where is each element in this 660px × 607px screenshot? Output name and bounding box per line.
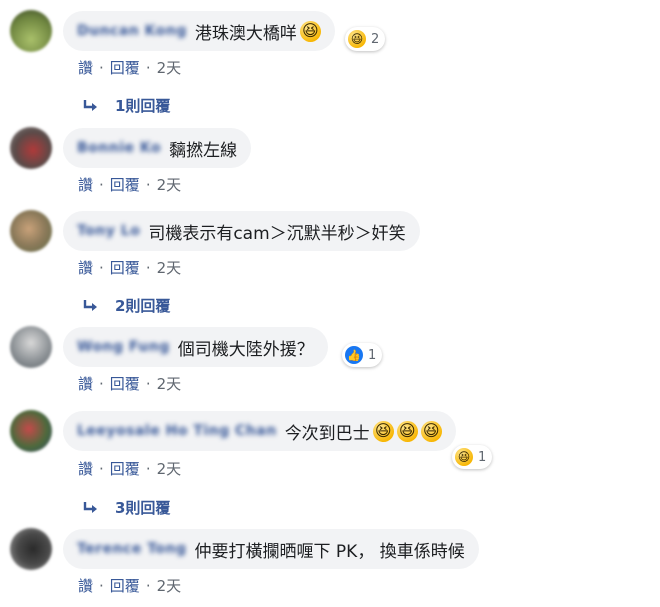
separator-dot: · xyxy=(99,259,104,277)
comment-bubble: Terence Tong 仲要打橫攔晒喱下 PK， 換車係時候 xyxy=(63,529,479,569)
comment-text: 仲要打橫攔晒喱下 PK， 換車係時候 xyxy=(194,541,465,562)
comment-author[interactable]: Duncan Kong xyxy=(77,23,187,39)
comment-text: 司機表示有cam＞沉默半秒＞奸笑 xyxy=(148,223,406,244)
view-replies-link[interactable]: 3則回覆 xyxy=(83,497,170,518)
replies-count-label: 2則回覆 xyxy=(115,297,171,315)
comment-bubble: Leeyosale Ho Ting Chan 今次到巴士 😆 😆 😆 xyxy=(63,411,456,451)
separator-dot: · xyxy=(99,577,104,595)
timestamp[interactable]: 2天 xyxy=(157,259,182,277)
comment-actions: 讚 · 回覆 · 2天 xyxy=(78,174,181,195)
timestamp[interactable]: 2天 xyxy=(157,375,182,393)
comment-text: 今次到巴士 xyxy=(284,423,370,444)
reply-link[interactable]: 回覆 xyxy=(110,375,140,393)
reply-link[interactable]: 回覆 xyxy=(110,460,140,478)
comment-actions: 讚 · 回覆 · 2天 xyxy=(78,57,181,78)
comment-author[interactable]: Terence Tong xyxy=(77,541,187,557)
reaction-count: 1 xyxy=(478,449,487,465)
reaction-summary[interactable]: 😆 1 xyxy=(452,445,493,469)
separator-dot: · xyxy=(145,460,151,478)
avatar[interactable] xyxy=(10,410,52,452)
comment-bubble: Bonnie Ko 黐撚左線 xyxy=(63,128,252,168)
laughing-emoji-icon: 😆 xyxy=(420,420,442,442)
like-link[interactable]: 讚 xyxy=(78,176,93,194)
reply-arrow-icon xyxy=(83,299,97,311)
reply-arrow-icon xyxy=(83,501,97,513)
avatar[interactable] xyxy=(10,326,52,368)
separator-dot: · xyxy=(145,176,151,194)
timestamp[interactable]: 2天 xyxy=(157,176,182,194)
comment-author[interactable]: Bonnie Ko xyxy=(77,140,161,156)
like-link[interactable]: 讚 xyxy=(78,59,93,77)
comment-author[interactable]: Tony Lo xyxy=(77,223,140,239)
timestamp[interactable]: 2天 xyxy=(157,577,182,595)
reply-link[interactable]: 回覆 xyxy=(110,59,140,77)
reaction-summary[interactable]: 😆 2 xyxy=(345,27,386,51)
comment-actions: 讚 · 回覆 · 2天 xyxy=(78,373,181,394)
separator-dot: · xyxy=(145,375,151,393)
comment-actions: 讚 · 回覆 · 2天 xyxy=(78,257,181,278)
comment-text: 港珠澳大橋咩 xyxy=(194,23,297,44)
comment-text: 黐撚左線 xyxy=(169,140,238,161)
comment-actions: 讚 · 回覆 · 2天 xyxy=(78,575,181,596)
view-replies-link[interactable]: 2則回覆 xyxy=(83,295,170,316)
reaction-count: 1 xyxy=(368,347,377,363)
haha-reaction-icon: 😆 xyxy=(348,30,366,48)
laughing-emoji-icon: 😆 xyxy=(396,420,418,442)
separator-dot: · xyxy=(145,259,151,277)
comment-bubble: Wong Fung 個司機大陸外援？ xyxy=(63,327,328,367)
comment-text: 個司機大陸外援？ xyxy=(177,339,314,360)
comment-author[interactable]: Leeyosale Ho Ting Chan xyxy=(77,423,277,439)
reaction-summary[interactable]: 👍 1 xyxy=(342,343,383,367)
reply-link[interactable]: 回覆 xyxy=(110,577,140,595)
view-replies-link[interactable]: 1則回覆 xyxy=(83,95,170,116)
separator-dot: · xyxy=(145,59,151,77)
like-reaction-icon: 👍 xyxy=(345,346,363,364)
laughing-emoji-icon: 😆 xyxy=(372,420,394,442)
separator-dot: · xyxy=(99,375,104,393)
laughing-emoji-icon: 😆 xyxy=(299,20,321,42)
avatar[interactable] xyxy=(10,10,52,52)
timestamp[interactable]: 2天 xyxy=(157,59,182,77)
comment-actions: 讚 · 回覆 · 2天 xyxy=(78,458,181,479)
comment-author[interactable]: Wong Fung xyxy=(77,339,170,355)
avatar[interactable] xyxy=(10,127,52,169)
reply-link[interactable]: 回覆 xyxy=(110,176,140,194)
separator-dot: · xyxy=(99,176,104,194)
separator-dot: · xyxy=(99,460,104,478)
comment-bubble: Duncan Kong 港珠澳大橋咩 😆 xyxy=(63,11,335,51)
reply-arrow-icon xyxy=(83,99,97,111)
replies-count-label: 3則回覆 xyxy=(115,499,171,517)
like-link[interactable]: 讚 xyxy=(78,259,93,277)
like-link[interactable]: 讚 xyxy=(78,577,93,595)
timestamp[interactable]: 2天 xyxy=(157,460,182,478)
like-link[interactable]: 讚 xyxy=(78,375,93,393)
avatar[interactable] xyxy=(10,210,52,252)
reply-link[interactable]: 回覆 xyxy=(110,259,140,277)
separator-dot: · xyxy=(99,59,104,77)
replies-count-label: 1則回覆 xyxy=(115,97,171,115)
haha-reaction-icon: 😆 xyxy=(455,448,473,466)
avatar[interactable] xyxy=(10,528,52,570)
reaction-count: 2 xyxy=(371,31,380,47)
like-link[interactable]: 讚 xyxy=(78,460,93,478)
comment-bubble: Tony Lo 司機表示有cam＞沉默半秒＞奸笑 xyxy=(63,211,420,251)
separator-dot: · xyxy=(145,577,151,595)
